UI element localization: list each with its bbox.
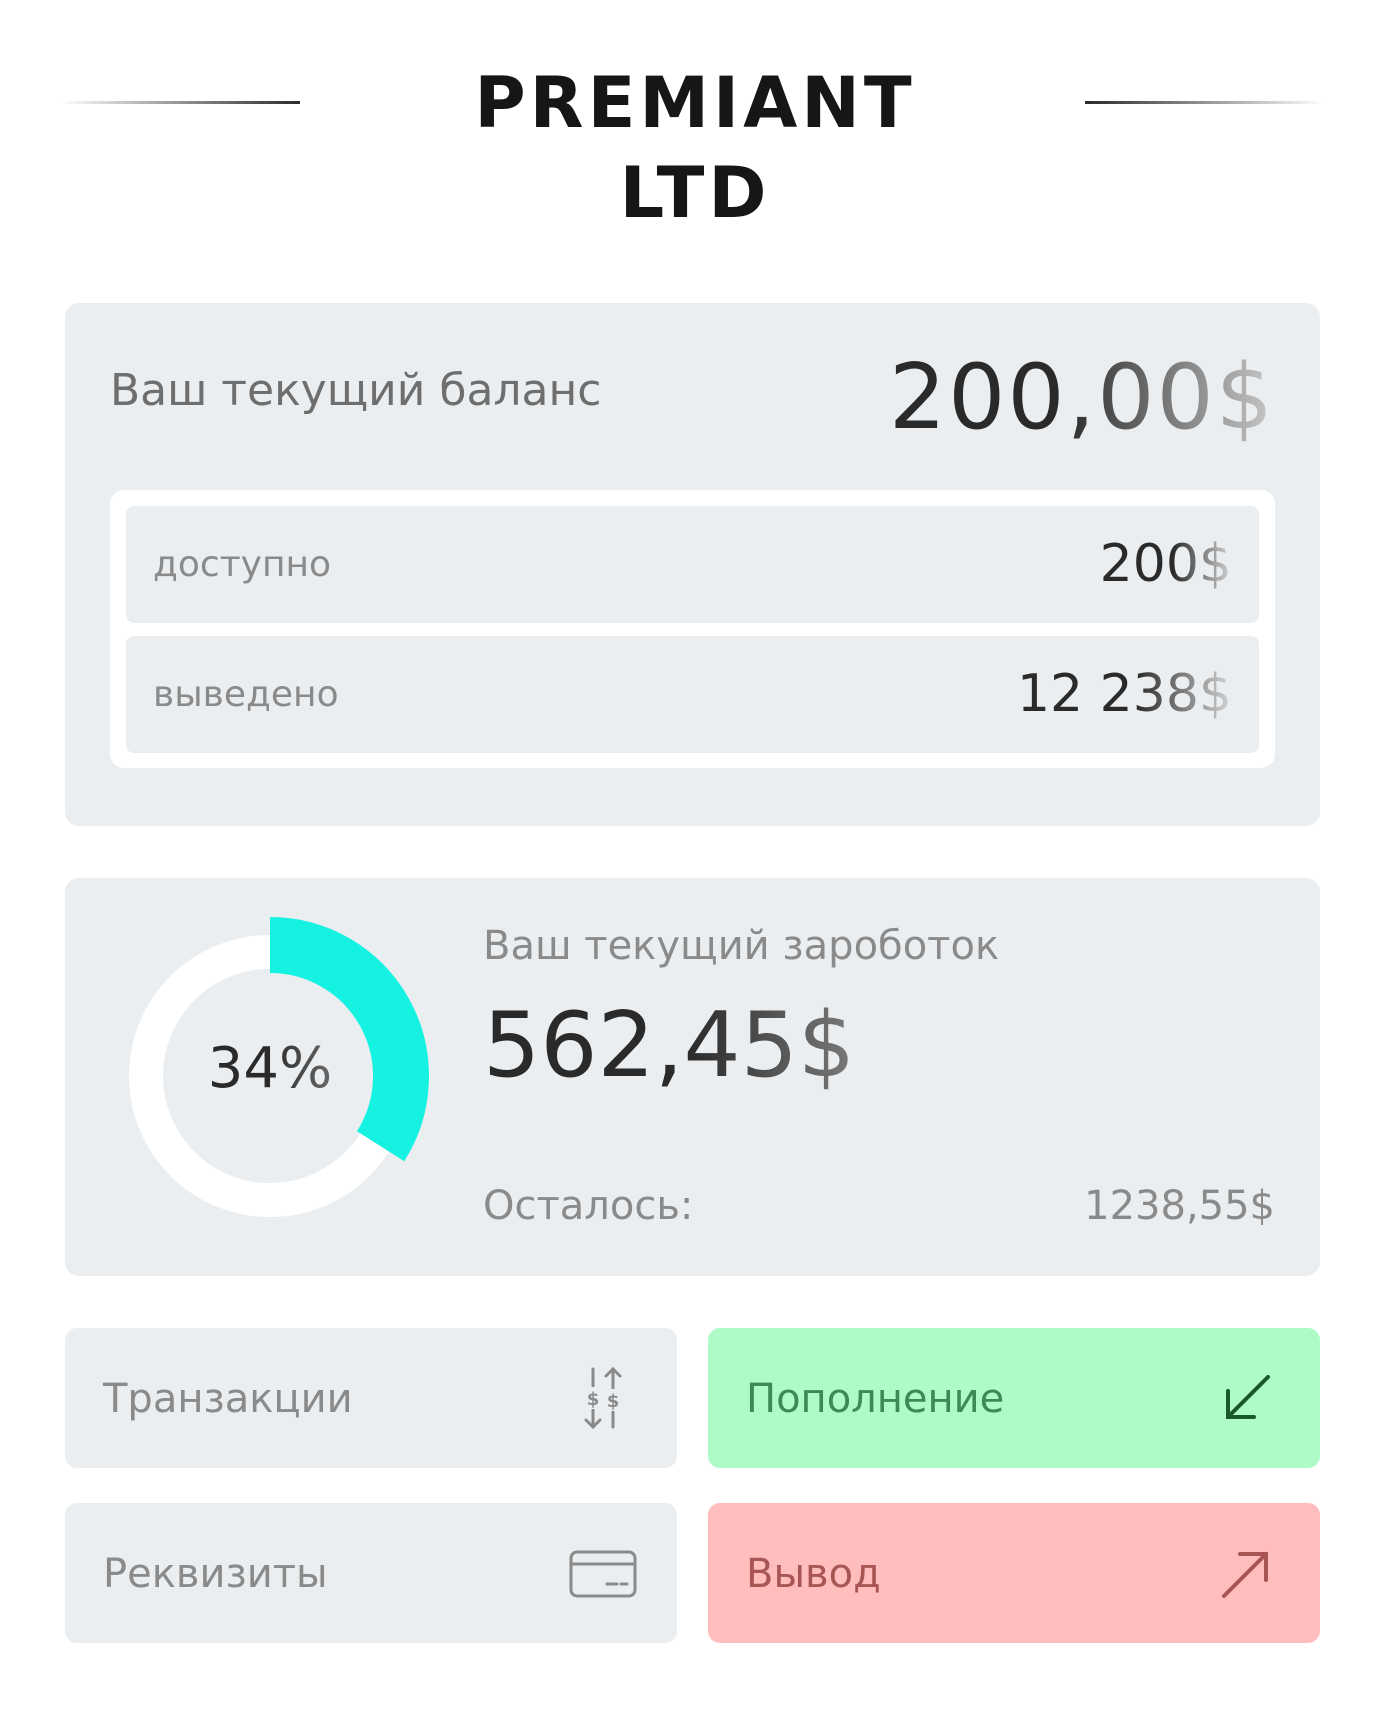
remaining-label: Осталось: bbox=[483, 1183, 694, 1229]
progress-percent: 34% bbox=[110, 1036, 430, 1101]
withdraw-label: Вывод bbox=[746, 1551, 881, 1597]
balance-amount: 200,00$ bbox=[888, 345, 1275, 450]
logo: PREMIANT LTD bbox=[474, 62, 916, 234]
transactions-button[interactable]: Транзакции $ $ bbox=[65, 1328, 677, 1468]
deposit-label: Пополнение bbox=[746, 1376, 1005, 1422]
balance-breakdown: доступно 200$ выведено 12 238$ bbox=[110, 490, 1275, 768]
arrow-down-left-icon bbox=[1226, 1375, 1270, 1419]
balance-title: Ваш текущий баланс bbox=[110, 365, 602, 416]
withdrawn-value: 12 238$ bbox=[1016, 664, 1232, 724]
earnings-title: Ваш текущий зароботок bbox=[483, 923, 1000, 969]
withdrawn-label: выведено bbox=[153, 674, 339, 715]
earnings-amount: 562,45$ bbox=[483, 993, 856, 1098]
header-divider-right bbox=[1085, 101, 1325, 104]
svg-text:$: $ bbox=[607, 1391, 620, 1412]
requisites-button[interactable]: Реквизиты bbox=[65, 1503, 677, 1643]
withdrawn-row: выведено 12 238$ bbox=[126, 636, 1259, 753]
header-divider-left bbox=[60, 101, 300, 104]
dollar-exchange-icon: $ $ bbox=[584, 1366, 622, 1430]
available-row: доступно 200$ bbox=[126, 506, 1259, 623]
balance-card: Ваш текущий баланс 200,00$ доступно 200$… bbox=[65, 303, 1320, 826]
available-value: 200$ bbox=[1099, 534, 1232, 594]
svg-text:$: $ bbox=[587, 1389, 600, 1410]
withdraw-button[interactable]: Вывод bbox=[708, 1503, 1320, 1643]
remaining-value: 1238,55$ bbox=[1084, 1183, 1275, 1229]
header: PREMIANT LTD bbox=[0, 0, 1392, 234]
earnings-card: 34% Ваш текущий зароботок 562,45$ Остало… bbox=[65, 878, 1320, 1276]
requisites-label: Реквизиты bbox=[103, 1551, 328, 1597]
card-icon bbox=[569, 1550, 637, 1598]
available-label: доступно bbox=[153, 544, 332, 585]
transactions-label: Транзакции bbox=[103, 1376, 353, 1422]
deposit-button[interactable]: Пополнение bbox=[708, 1328, 1320, 1468]
arrow-up-right-icon bbox=[1222, 1552, 1268, 1598]
